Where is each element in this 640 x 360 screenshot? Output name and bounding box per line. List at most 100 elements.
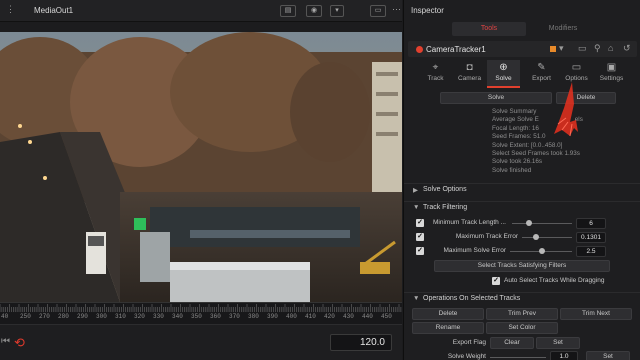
filter-label: Minimum Track Length ... — [433, 219, 506, 226]
solve-button[interactable]: Solve — [440, 92, 552, 104]
filter-row: ✓ Minimum Track Length ... 6 — [404, 217, 640, 230]
current-frame-field[interactable]: 120.0 — [330, 334, 392, 351]
section-title: Solve Options — [423, 186, 467, 193]
max-track-error-checkbox[interactable]: ✓ — [416, 233, 424, 241]
set-weight-button[interactable]: Set — [586, 351, 630, 360]
inspector-panel: Inspector Tools Modifiers CameraTracker1… — [403, 0, 640, 360]
tab-tools[interactable]: Tools — [452, 22, 526, 36]
ruler-tick-label: 450 — [381, 313, 392, 320]
auto-select-row: ✓ Auto Select Tracks While Dragging — [404, 275, 640, 288]
summary-line: Solve finished — [492, 166, 532, 174]
ruler-tick-label: 340 — [172, 313, 183, 320]
ops-delete-button[interactable]: Delete — [412, 308, 484, 320]
clear-flag-button[interactable]: Clear — [490, 337, 534, 349]
ruler-tick-label: 250 — [20, 313, 31, 320]
solve-options-section[interactable]: ▶ Solve Options — [404, 183, 640, 196]
set-color-button[interactable]: Set Color — [486, 322, 558, 334]
max-solve-error-value[interactable]: 2.5 — [576, 246, 606, 257]
tab-settings[interactable]: ▣ Settings — [595, 60, 628, 88]
tab-camera[interactable]: ◘ Camera — [453, 60, 486, 88]
ruler-tick-label: 440 — [362, 313, 373, 320]
trim-next-button[interactable]: Trim Next — [560, 308, 632, 320]
options-icon: ▭ — [571, 62, 582, 73]
section-title: Track Filtering — [423, 204, 468, 211]
chevron-down-icon: ▼ — [413, 204, 420, 211]
ruler-tick-label: 370 — [229, 313, 240, 320]
chevron-down-icon: ▼ — [413, 295, 420, 302]
previous-frame-icon[interactable]: ⏮ — [1, 336, 10, 347]
loop-icon[interactable]: ⟲ — [14, 335, 25, 351]
chevron-right-icon: ▶ — [413, 187, 418, 194]
viewer-menu-icon[interactable]: ⋮ — [6, 4, 15, 15]
viewer-layout-button[interactable]: ▤ — [280, 5, 296, 17]
operations-section[interactable]: ▼ Operations On Selected Tracks — [404, 292, 640, 305]
ruler-tick-label: 410 — [305, 313, 316, 320]
viewer-panel: ⋮ MediaOut1 ▤ ◉ ▾ ▭ ⋯ 40 250 270 280 290… — [0, 0, 402, 360]
filter-label: Maximum Solve Error — [443, 247, 506, 254]
ruler-tick-label: 380 — [248, 313, 259, 320]
viewer-safe-area-button[interactable]: ▭ — [370, 5, 386, 17]
tab-track[interactable]: ⌖ Track — [419, 60, 452, 88]
ruler-tick-label: 390 — [267, 313, 278, 320]
viewer-lut-button[interactable]: ◉ — [306, 5, 322, 17]
min-track-length-value[interactable]: 6 — [576, 218, 606, 229]
ruler-tick-label: 300 — [96, 313, 107, 320]
node-color-swatch[interactable] — [550, 46, 556, 52]
min-track-length-slider[interactable] — [512, 223, 572, 224]
reset-icon[interactable]: ↺ — [623, 43, 631, 54]
slider-knob[interactable] — [539, 248, 545, 254]
solve-weight-slider[interactable] — [490, 357, 546, 358]
tab-solve[interactable]: ⊕ Solve — [487, 60, 520, 88]
ruler-ticks — [0, 304, 402, 312]
tab-solve-label: Solve — [495, 75, 512, 82]
select-tracks-button[interactable]: Select Tracks Satisfying Filters — [434, 260, 610, 272]
annotation-arrow — [554, 82, 578, 137]
pin-icon[interactable]: ⚲ — [594, 43, 601, 54]
video-frame-image — [0, 32, 402, 302]
slider-knob[interactable] — [526, 220, 532, 226]
node-name: CameraTracker1 — [426, 45, 486, 54]
ruler-tick-label: 290 — [77, 313, 88, 320]
ruler-tick-label: 360 — [210, 313, 221, 320]
viewer-channel-button[interactable]: ▾ — [330, 5, 344, 17]
trim-prev-button[interactable]: Trim Prev — [486, 308, 558, 320]
node-enable-toggle[interactable] — [416, 46, 423, 53]
auto-select-checkbox[interactable]: ✓ — [492, 277, 500, 285]
set-flag-button[interactable]: Set — [536, 337, 580, 349]
export-icon: ✎ — [537, 62, 546, 73]
rename-button[interactable]: Rename — [412, 322, 484, 334]
ruler-tick-label: 310 — [115, 313, 126, 320]
tab-modifiers[interactable]: Modifiers — [526, 22, 600, 36]
ruler-tick-label: 40 — [1, 313, 9, 320]
viewer-options-icon[interactable]: ⋯ — [392, 4, 401, 15]
max-track-error-slider[interactable] — [522, 237, 572, 238]
video-frame[interactable] — [0, 32, 402, 302]
viewer-header: ⋮ MediaOut1 ▤ ◉ ▾ ▭ ⋯ — [0, 0, 402, 22]
filter-row: ✓ Maximum Track Error 0.1301 — [404, 231, 640, 244]
track-filtering-section[interactable]: ▼ Track Filtering — [404, 201, 640, 214]
ruler-tick-label: 330 — [153, 313, 164, 320]
summary-line: Solve took 26.16s — [492, 158, 543, 166]
tracker-tabs: ⌖ Track ◘ Camera ⊕ Solve ✎ Export ▭ Opti… — [412, 60, 637, 88]
ruler-tick-label: 280 — [58, 313, 69, 320]
chevron-down-icon[interactable]: ▾ — [559, 43, 564, 54]
ruler-tick-label: 320 — [134, 313, 145, 320]
min-track-length-checkbox[interactable]: ✓ — [416, 219, 424, 227]
settings-icon: ▣ — [606, 62, 617, 73]
ruler-tick-label: 270 — [39, 313, 50, 320]
lock-icon[interactable]: ⌂ — [608, 43, 613, 53]
track-icon: ⌖ — [432, 62, 439, 73]
solve-weight-value[interactable]: 1.0 — [550, 351, 578, 360]
solve-weight-label: Solve Weight — [447, 353, 486, 360]
summary-line: Solve Extent: [0.0..458.0] — [492, 141, 563, 149]
section-title: Operations On Selected Tracks — [423, 295, 521, 302]
inspector-title: Inspector — [411, 6, 444, 15]
max-track-error-value[interactable]: 0.1301 — [576, 232, 606, 243]
max-solve-error-checkbox[interactable]: ✓ — [416, 247, 424, 255]
slider-knob[interactable] — [533, 234, 539, 240]
timeline-ruler[interactable]: 40 250 270 280 290 300 310 320 330 340 350 360 370 38… — [0, 302, 402, 324]
tab-track-label: Track — [427, 75, 444, 82]
ruler-tick-label: 430 — [343, 313, 354, 320]
version-icon[interactable]: ▭ — [578, 43, 587, 54]
node-header: CameraTracker1 ▾ ▭ ⚲ ⌂ ↺ — [408, 41, 637, 57]
